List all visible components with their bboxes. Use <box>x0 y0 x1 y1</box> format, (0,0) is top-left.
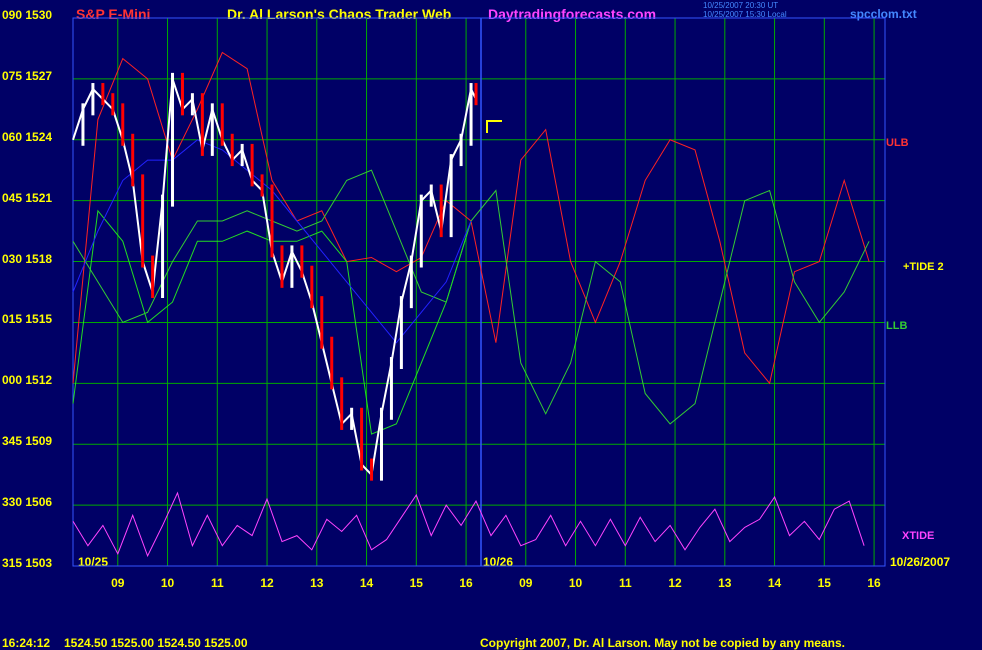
xtide-series-line <box>72 491 865 558</box>
projection-marker <box>486 120 502 133</box>
copyright-notice: Copyright 2007, Dr. Al Larson. May not b… <box>480 636 845 650</box>
chart-plot <box>72 17 886 567</box>
footer-quote: 1524.50 1525.00 1524.50 1525.00 <box>64 636 248 650</box>
plot-frame <box>72 17 886 567</box>
footer-time: 16:24:12 <box>2 636 51 650</box>
llb-series-line <box>72 169 870 425</box>
